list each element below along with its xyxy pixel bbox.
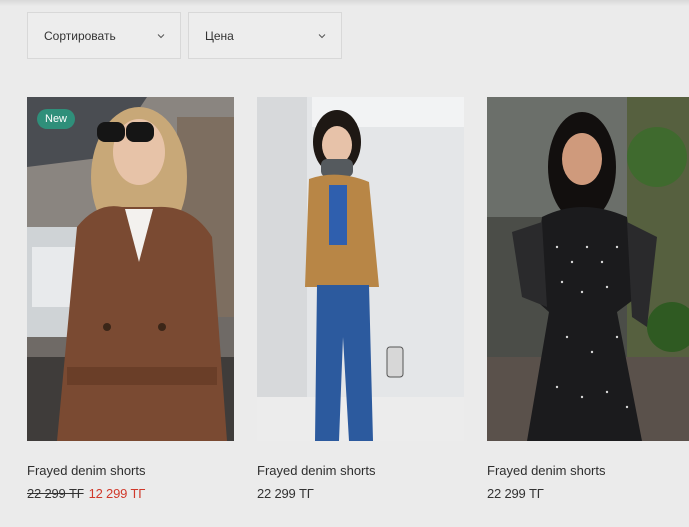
product-title[interactable]: Frayed denim shorts [27, 463, 234, 478]
product-title[interactable]: Frayed denim shorts [487, 463, 689, 478]
price-label: Цена [205, 28, 234, 43]
product-title[interactable]: Frayed denim shorts [257, 463, 464, 478]
chevron-down-icon [317, 31, 327, 41]
product-card[interactable]: Frayed denim shorts 22 299 ТГ [487, 97, 689, 501]
sort-label: Сортировать [44, 28, 116, 43]
price-row: 22 299 ТГ [487, 486, 689, 501]
new-badge: New [37, 109, 76, 129]
price-row: 22 299 ТГ [257, 486, 464, 501]
header-shadow [0, 0, 689, 6]
product-card[interactable]: Frayed denim shorts 22 299 ТГ [257, 97, 464, 501]
price: 22 299 ТГ [257, 486, 314, 501]
product-image[interactable] [487, 97, 689, 441]
sale-price: 12 299 ТГ [88, 486, 146, 501]
price-row: 22 299 ТГ 12 299 ТГ [27, 486, 234, 501]
product-card[interactable]: New Frayed denim shorts 22 299 ТГ 12 299… [27, 97, 234, 501]
price: 22 299 ТГ [487, 486, 544, 501]
sort-dropdown[interactable]: Сортировать [27, 12, 181, 59]
price-dropdown[interactable]: Цена [188, 12, 342, 59]
chevron-down-icon [156, 31, 166, 41]
old-price: 22 299 ТГ [27, 486, 84, 501]
product-image[interactable]: New [27, 97, 234, 441]
product-image[interactable] [257, 97, 464, 441]
